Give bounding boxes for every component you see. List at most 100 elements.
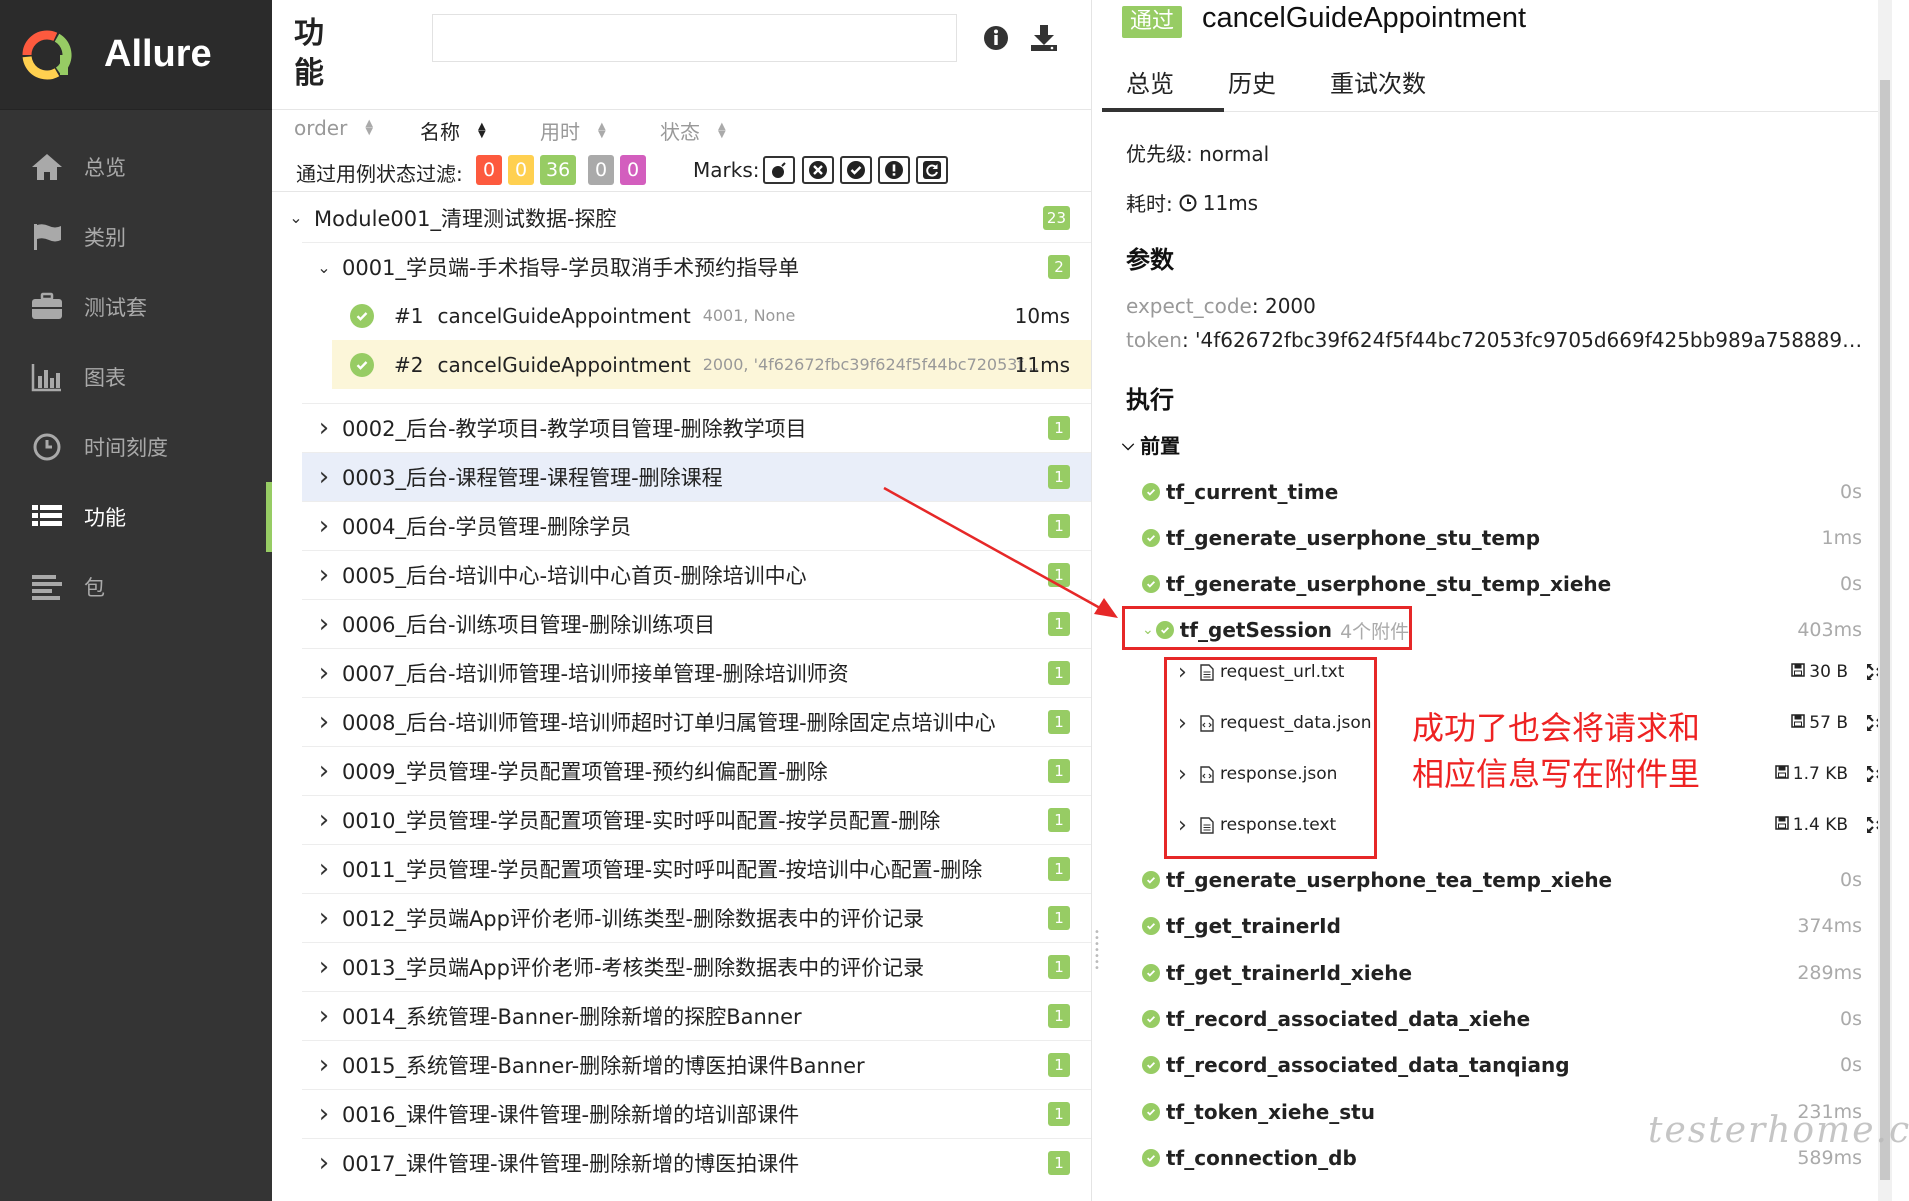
tree-group-row[interactable]: › 0011_学员管理-学员配置项管理-实时呼叫配置-按培训中心配置-删除 1 bbox=[302, 844, 1091, 893]
nav-item-2[interactable]: 测试套 bbox=[0, 272, 272, 342]
chevron-down-icon: ⌄ bbox=[317, 257, 331, 277]
status-filter-badge[interactable]: 0 bbox=[508, 155, 534, 185]
info-icon bbox=[984, 26, 1008, 50]
nav-label: 类别 bbox=[84, 226, 126, 250]
group-label: 0007_后台-培训师管理-培训师接单管理-删除培训师资 bbox=[342, 662, 849, 686]
group-label: 0006_后台-训练项目管理-删除训练项目 bbox=[342, 613, 716, 637]
test-name: cancelGuideAppointment bbox=[437, 352, 691, 377]
step-row[interactable]: tf_generate_userphone_stu_temp 1ms bbox=[1142, 518, 1882, 558]
mark-new-passed-button[interactable] bbox=[840, 156, 872, 184]
sort-option-0[interactable]: order ▲ ▼ bbox=[294, 116, 373, 140]
tree-group-row[interactable]: › 0006_后台-训练项目管理-删除训练项目 1 bbox=[302, 599, 1091, 648]
step-row[interactable]: tf_record_associated_data_xiehe 0s bbox=[1142, 999, 1882, 1039]
tree-group-row[interactable]: › 0015_系统管理-Banner-删除新增的博医拍课件Banner 1 bbox=[302, 1040, 1091, 1089]
nav-list: 总览 类别 测试套 图表 时间刻度 功能 包 bbox=[0, 110, 272, 622]
tree-group-row[interactable]: › 0002_后台-教学项目-教学项目管理-删除教学项目 1 bbox=[302, 403, 1091, 452]
search-input[interactable] bbox=[432, 14, 957, 62]
mark-new-failed-button[interactable] bbox=[802, 156, 834, 184]
tree-group-row[interactable]: › 0008_后台-培训师管理-培训师超时订单归属管理-删除固定点培训中心 1 bbox=[302, 697, 1091, 746]
tree-group-root[interactable]: ⌄ Module001_清理测试数据-探腔 23 bbox=[272, 193, 1091, 242]
step-row[interactable]: tf_generate_userphone_tea_temp_xiehe 0s bbox=[1142, 860, 1882, 900]
count-badge: 1 bbox=[1048, 1151, 1070, 1175]
mark-new-broken-button[interactable] bbox=[878, 156, 910, 184]
nav-item-1[interactable]: 类别 bbox=[0, 202, 272, 272]
chevron-right-icon: › bbox=[318, 756, 330, 786]
group-label: Module001_清理测试数据-探腔 bbox=[314, 206, 617, 231]
chevron-right-icon: › bbox=[318, 707, 330, 737]
info-button[interactable] bbox=[978, 20, 1014, 56]
pane-resize-handle[interactable]: • • • • • • • bbox=[1094, 928, 1100, 974]
tree-group-row[interactable]: ⌄ 0001_学员端-手术指导-学员取消手术预约指导单 2 bbox=[302, 242, 1091, 291]
nav-item-6[interactable]: 包 bbox=[0, 552, 272, 622]
step-duration: 289ms bbox=[1797, 961, 1862, 984]
sort-option-1[interactable]: 名称 ▲ ▼ bbox=[420, 116, 486, 145]
step-row[interactable]: tf_get_trainerId 374ms bbox=[1142, 906, 1882, 946]
group-label: 0005_后台-培训中心-培训中心首页-删除培训中心 bbox=[342, 564, 807, 588]
passed-check-icon bbox=[1142, 483, 1160, 501]
step-name: tf_get_trainerId bbox=[1166, 914, 1341, 939]
param-value: 2000 bbox=[1264, 294, 1316, 318]
detail-scrollbar[interactable] bbox=[1878, 0, 1892, 1201]
status-filter-badge[interactable]: 36 bbox=[540, 155, 577, 185]
nav-item-4[interactable]: 时间刻度 bbox=[0, 412, 272, 482]
save-icon bbox=[1791, 662, 1806, 682]
tab-overview[interactable]: 总览 bbox=[1126, 64, 1174, 99]
mark-retries-button[interactable] bbox=[916, 156, 948, 184]
sort-option-2[interactable]: 用时 ▲ ▼ bbox=[540, 116, 606, 145]
tree-group-row[interactable]: › 0012_学员端App评价老师-训练类型-删除数据表中的评价记录 1 bbox=[302, 893, 1091, 942]
nav-item-3[interactable]: 图表 bbox=[0, 342, 272, 412]
tree-group-row[interactable]: › 0014_系统管理-Banner-删除新增的探腔Banner 1 bbox=[302, 991, 1091, 1040]
step-row[interactable]: tf_get_trainerId_xiehe 289ms bbox=[1142, 953, 1882, 993]
group-label: 0012_学员端App评价老师-训练类型-删除数据表中的评价记录 bbox=[342, 907, 925, 931]
times-circle-icon bbox=[809, 161, 827, 179]
tree-group-row[interactable]: › 0017_课件管理-课件管理-删除新增的博医拍课件 1 bbox=[302, 1138, 1091, 1187]
allure-report-app: Allure 总览 类别 测试套 图表 时间刻度 功能 包 功能 order ▲… bbox=[0, 0, 1909, 1201]
status-filter-badge[interactable]: 0 bbox=[476, 155, 502, 185]
step-row[interactable]: tf_current_time 0s bbox=[1142, 472, 1882, 512]
nav-item-5[interactable]: 功能 bbox=[0, 482, 272, 552]
setup-toggle[interactable]: ⌵ 前置 bbox=[1122, 430, 1180, 459]
tree-group-row[interactable]: › 0005_后台-培训中心-培训中心首页-删除培训中心 1 bbox=[302, 550, 1091, 599]
param-row: token: '4f62672fbc39f624f5f44bc72053fc97… bbox=[1126, 328, 1871, 352]
chevron-right-icon: › bbox=[318, 1001, 330, 1031]
tree-group-row[interactable]: › 0004_后台-学员管理-删除学员 1 bbox=[302, 501, 1091, 550]
tree-group-row[interactable]: › 0007_后台-培训师管理-培训师接单管理-删除培训师资 1 bbox=[302, 648, 1091, 697]
sort-icon: ▲ ▼ bbox=[598, 120, 606, 140]
sort-icon: ▲ ▼ bbox=[718, 120, 726, 140]
active-tab-underline bbox=[1102, 108, 1224, 112]
tab-history[interactable]: 历史 bbox=[1228, 64, 1276, 99]
page-title: 功能 bbox=[294, 16, 324, 91]
sort-label: 用时 bbox=[540, 120, 580, 144]
group-label: 0015_系统管理-Banner-删除新增的博医拍课件Banner bbox=[342, 1054, 865, 1078]
chevron-right-icon: › bbox=[318, 511, 330, 541]
tree-group-row[interactable]: › 0009_学员管理-学员配置项管理-预约纠偏配置-删除 1 bbox=[302, 746, 1091, 795]
tree-group-row[interactable]: › 0003_后台-课程管理-课程管理-删除课程 1 bbox=[302, 452, 1091, 501]
tree-group-row[interactable]: › 0013_学员端App评价老师-考核类型-删除数据表中的评价记录 1 bbox=[302, 942, 1091, 991]
test-duration: 11ms bbox=[1014, 352, 1070, 377]
tree-group-row[interactable]: › 0010_学员管理-学员配置项管理-实时呼叫配置-按学员配置-删除 1 bbox=[302, 795, 1091, 844]
status-filter-badge[interactable]: 0 bbox=[588, 155, 614, 185]
filter-bar: 通过用例状态过滤: 0 0 36 0 0 Marks: bbox=[272, 150, 1091, 192]
download-button[interactable] bbox=[1026, 20, 1062, 56]
mark-flaky-button[interactable] bbox=[763, 156, 795, 184]
passed-check-icon bbox=[1142, 963, 1160, 982]
sort-option-3[interactable]: 状态 ▲ ▼ bbox=[660, 116, 726, 145]
align-left-icon bbox=[30, 570, 64, 604]
count-badge: 1 bbox=[1048, 661, 1070, 685]
step-row[interactable]: tf_generate_userphone_stu_temp_xiehe 0s bbox=[1142, 564, 1882, 604]
chevron-right-icon: › bbox=[318, 658, 330, 688]
nav-item-0[interactable]: 总览 bbox=[0, 132, 272, 202]
test-number: #2 bbox=[394, 352, 424, 377]
tree-group-row[interactable]: › 0016_课件管理-课件管理-删除新增的培训部课件 1 bbox=[302, 1089, 1091, 1138]
sort-icon: ▲ ▼ bbox=[478, 120, 486, 140]
clock-icon bbox=[1179, 194, 1197, 211]
status-filter-badge[interactable]: 0 bbox=[620, 155, 646, 185]
group-label: 0008_后台-培训师管理-培训师超时订单归属管理-删除固定点培训中心 bbox=[342, 711, 996, 735]
tab-retries[interactable]: 重试次数 bbox=[1330, 64, 1426, 99]
test-row[interactable]: #1 cancelGuideAppointment 4001, None 10m… bbox=[332, 291, 1091, 340]
step-name: tf_get_trainerId_xiehe bbox=[1166, 960, 1413, 985]
brand[interactable]: Allure bbox=[0, 0, 272, 110]
group-label: 0001_学员端-手术指导-学员取消手术预约指导单 bbox=[342, 256, 800, 280]
step-row[interactable]: tf_record_associated_data_tanqiang 0s bbox=[1142, 1045, 1882, 1085]
test-row[interactable]: #2 cancelGuideAppointment 2000, '4f62672… bbox=[332, 340, 1091, 389]
